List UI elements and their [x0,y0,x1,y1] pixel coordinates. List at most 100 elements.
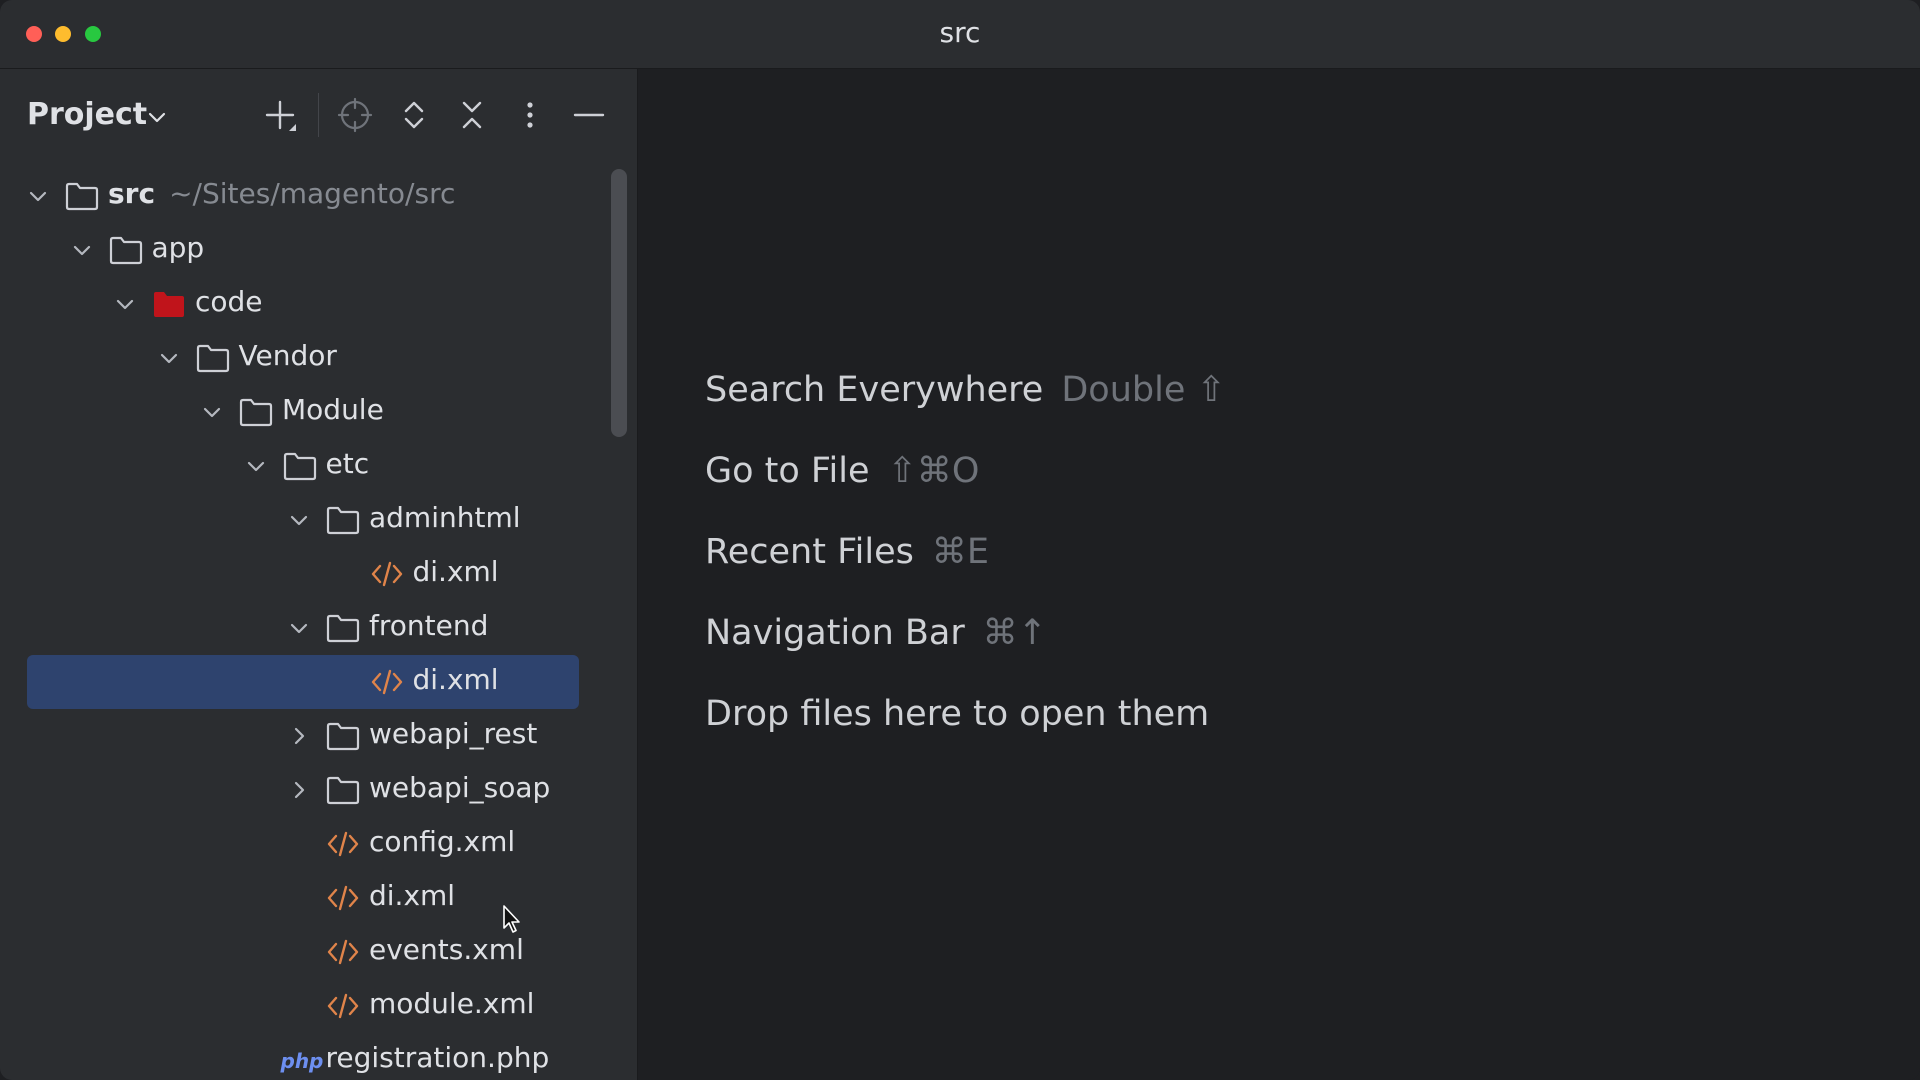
chevron-down-icon[interactable] [27,185,49,207]
tree-item-name: webapi_rest [369,717,538,750]
hint-label: Navigation Bar [705,613,965,653]
hint-label: Go to File [705,451,870,491]
source-folder-icon [154,292,184,317]
hint-navigation-bar: Navigation Bar ⌘↑ [705,613,1047,653]
tree-item-name: module.xml [369,987,535,1020]
folder-icon [283,452,316,481]
tree-file-row[interactable]: di.xml [27,547,579,601]
more-options-icon[interactable] [510,95,550,135]
tree-item-label: di.xml [413,555,499,588]
window-title: src [939,16,981,49]
tree-item-label: Vendor [239,339,337,372]
tree-item-name: adminhtml [369,501,521,534]
tree-item-label: Module [282,393,384,426]
chevron-down-icon[interactable] [158,347,180,369]
tree-item-label: di.xml [369,879,455,912]
hint-shortcut: ⇧⌘O [887,451,980,491]
tree-item-name: registration.php [325,1041,550,1074]
editor-empty-area [638,69,1920,1080]
project-panel-header: Project [0,69,637,161]
tree-item-label: config.xml [369,825,515,858]
tree-item-label: src ~/Sites/magento/src [108,177,455,210]
tree-item-label: app [152,231,205,264]
tree-item-label: webapi_rest [369,717,537,750]
hint-shortcut: ⌘↑ [982,613,1048,653]
tree-file-row[interactable]: events.xml [27,925,579,979]
xml-file-icon [371,669,402,695]
hint-shortcut: Double ⇧ [1061,370,1226,410]
hint-label: Search Everywhere [705,370,1044,410]
tree-item-name: config.xml [369,825,516,858]
tree-item-name: code [195,285,263,318]
tree-item-label: webapi_soap [369,771,550,804]
tree-item-name: frontend [369,609,489,642]
locate-icon[interactable] [335,95,375,135]
chevron-right-icon[interactable] [288,725,310,747]
chevron-down-icon[interactable] [146,106,168,128]
tree-folder-row[interactable]: frontend [27,601,579,655]
hint-go-to-file: Go to File ⇧⌘O [705,451,979,491]
tree-item-name: Module [282,393,384,426]
tree-folder-row[interactable]: app [27,223,579,277]
project-tree: src ~/Sites/magento/src app code Vendor Modul… [0,169,637,1080]
collapse-all-icon[interactable] [452,95,492,135]
project-view-selector[interactable]: Project [27,97,147,132]
tree-item-label: code [195,285,263,318]
folder-icon [326,722,360,751]
folder-icon [326,776,360,805]
tree-folder-row[interactable]: webapi_rest [27,709,579,763]
xml-file-icon [327,939,359,965]
tree-file-row[interactable]: di.xml [27,871,579,925]
tree-scrollbar[interactable] [611,169,627,437]
chevron-down-icon[interactable] [114,293,136,315]
folder-icon [326,506,360,535]
tree-file-row[interactable]: module.xml [27,979,579,1033]
project-panel: Project src ~/Sites/magento/src app code… [0,69,638,1080]
tree-folder-row[interactable]: Vendor [27,331,579,385]
add-icon[interactable] [260,95,300,135]
mouse-cursor-icon [503,905,520,933]
chevron-down-icon[interactable] [288,617,310,639]
chevron-right-icon[interactable] [288,779,310,801]
php-file-icon: php [280,1049,324,1073]
folder-icon [239,398,273,427]
expand-all-icon[interactable] [394,95,434,135]
tree-folder-row[interactable]: src ~/Sites/magento/src [27,169,579,223]
tree-item-label: module.xml [369,987,534,1020]
folder-icon [196,344,229,373]
hide-panel-icon[interactable] [569,95,609,135]
tree-file-row[interactable]: php registration.php [27,1033,579,1080]
tree-folder-row[interactable]: adminhtml [27,493,579,547]
folder-icon [109,236,142,265]
chevron-down-icon[interactable] [288,509,310,531]
chevron-down-icon[interactable] [245,455,267,477]
tree-folder-row[interactable]: webapi_soap [27,763,579,817]
tree-item-label: adminhtml [369,501,521,534]
folder-icon [65,182,99,211]
toolbar-separator [318,93,319,137]
tree-item-name: events.xml [369,933,524,966]
ide-window: src Project src ~/Sites/magento/src app … [0,0,1920,1080]
chevron-down-icon[interactable] [71,239,93,261]
tree-item-label: registration.php [326,1041,550,1074]
tree-item-name: di.xml [412,555,499,588]
tree-folder-row[interactable]: code [27,277,579,331]
tree-folder-row[interactable]: etc [27,439,579,493]
tree-folder-row[interactable]: Module [27,385,579,439]
tree-file-row[interactable]: di.xml [27,655,579,709]
tree-item-label: frontend [369,609,488,642]
tree-item-path-hint: ~/Sites/magento/src [169,177,456,210]
tree-item-label: etc [326,447,370,480]
xml-file-icon [327,993,359,1019]
chevron-down-icon[interactable] [201,401,223,423]
hint-label: Drop files here to open them [705,694,1210,734]
tree-item-name: etc [325,447,370,480]
xml-file-icon [371,561,402,587]
xml-file-icon [327,831,359,857]
tree-item-name: di.xml [412,663,499,696]
hint-shortcut: ⌘E [931,532,990,572]
tree-file-row[interactable]: config.xml [27,817,579,871]
hint-recent-files: Recent Files ⌘E [705,532,989,572]
tree-item-name: webapi_soap [369,771,551,804]
hint-drop-files: Drop files here to open them [705,694,1209,734]
